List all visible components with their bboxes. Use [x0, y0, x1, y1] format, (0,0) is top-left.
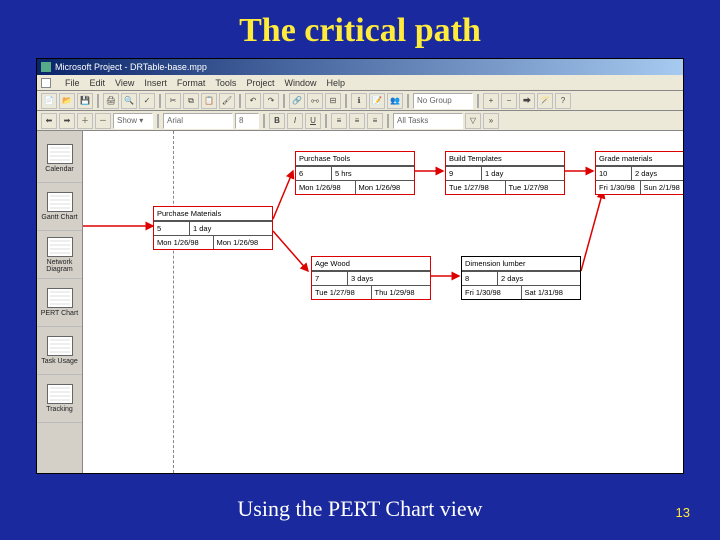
standard-toolbar: 📄 📂 💾 🖨 🔍 ✓ ✂ ⧉ 📋 🖌 ↶ ↷ 🔗 ⧟ ⊟ ℹ 📝 👥 No G… — [37, 91, 683, 111]
new-button[interactable]: 📄 — [41, 93, 57, 109]
system-menu-icon[interactable] — [41, 78, 51, 88]
network-icon — [47, 237, 73, 257]
indent-button[interactable]: ➡ — [59, 113, 75, 129]
gantt-icon — [47, 192, 73, 212]
titlebar: Microsoft Project - DRTable-base.mpp — [37, 59, 683, 75]
app-icon — [41, 62, 51, 72]
autofilter-button[interactable]: ▽ — [465, 113, 481, 129]
note-button[interactable]: 📝 — [369, 93, 385, 109]
filter-field[interactable]: All Tasks — [393, 113, 463, 129]
align-left-button[interactable]: ≡ — [331, 113, 347, 129]
task-age-wood[interactable]: Age Wood 73 days Tue 1/27/98Thu 1/29/98 — [311, 256, 431, 300]
tracking-icon — [47, 384, 73, 404]
formatting-toolbar: ⬅ ➡ ＋ － Show ▾ Arial 8 B I U ≡ ≡ ≡ All T… — [37, 111, 683, 131]
slide-number: 13 — [676, 505, 690, 520]
info-button[interactable]: ℹ — [351, 93, 367, 109]
view-gantt[interactable]: Gantt Chart — [37, 183, 82, 231]
calendar-icon — [47, 144, 73, 164]
font-size-field[interactable]: 8 — [235, 113, 259, 129]
msproject-window: Microsoft Project - DRTable-base.mpp Fil… — [36, 58, 684, 474]
format-painter-button[interactable]: 🖌 — [219, 93, 235, 109]
menu-view[interactable]: View — [115, 78, 134, 88]
copy-button[interactable]: ⧉ — [183, 93, 199, 109]
cut-button[interactable]: ✂ — [165, 93, 181, 109]
assign-button[interactable]: 👥 — [387, 93, 403, 109]
link-button[interactable]: 🔗 — [289, 93, 305, 109]
timeline-divider — [173, 131, 174, 473]
align-center-button[interactable]: ≡ — [349, 113, 365, 129]
italic-button[interactable]: I — [287, 113, 303, 129]
unlink-button[interactable]: ⧟ — [307, 93, 323, 109]
minus-button[interactable]: － — [95, 113, 111, 129]
paste-button[interactable]: 📋 — [201, 93, 217, 109]
menu-format[interactable]: Format — [177, 78, 206, 88]
save-button[interactable]: 💾 — [77, 93, 93, 109]
view-pert[interactable]: PERT Chart — [37, 279, 82, 327]
view-task-usage[interactable]: Task Usage — [37, 327, 82, 375]
window-title: Microsoft Project - DRTable-base.mpp — [55, 62, 207, 72]
task-dimension-lumber[interactable]: Dimension lumber 82 days Fri 1/30/98Sat … — [461, 256, 581, 300]
menu-file[interactable]: File — [65, 78, 80, 88]
pert-icon — [47, 288, 73, 308]
bold-button[interactable]: B — [269, 113, 285, 129]
menubar[interactable]: File Edit View Insert Format Tools Proje… — [37, 75, 683, 91]
menu-window[interactable]: Window — [284, 78, 316, 88]
more-button[interactable]: » — [483, 113, 499, 129]
preview-button[interactable]: 🔍 — [121, 93, 137, 109]
open-button[interactable]: 📂 — [59, 93, 75, 109]
print-button[interactable]: 🖨 — [103, 93, 119, 109]
spell-button[interactable]: ✓ — [139, 93, 155, 109]
view-tracking[interactable]: Tracking — [37, 375, 82, 423]
view-calendar[interactable]: Calendar — [37, 135, 82, 183]
pert-canvas[interactable]: Purchase Materials 51 day Mon 1/26/98Mon… — [83, 131, 683, 473]
group-field[interactable]: No Group — [413, 93, 473, 109]
align-right-button[interactable]: ≡ — [367, 113, 383, 129]
menu-insert[interactable]: Insert — [144, 78, 167, 88]
goto-button[interactable]: ⮕ — [519, 93, 535, 109]
task-purchase-tools[interactable]: Purchase Tools 65 hrs Mon 1/26/98Mon 1/2… — [295, 151, 415, 195]
zoom-out-button[interactable]: − — [501, 93, 517, 109]
split-button[interactable]: ⊟ — [325, 93, 341, 109]
task-purchase-materials[interactable]: Purchase Materials 51 day Mon 1/26/98Mon… — [153, 206, 273, 250]
task-grade-materials[interactable]: Grade materials 102 days Fri 1/30/98Sun … — [595, 151, 683, 195]
menu-help[interactable]: Help — [326, 78, 345, 88]
menu-edit[interactable]: Edit — [90, 78, 106, 88]
view-bar: Calendar Gantt Chart Network Diagram PER… — [37, 131, 83, 473]
plus-button[interactable]: ＋ — [77, 113, 93, 129]
wizard-button[interactable]: 🪄 — [537, 93, 553, 109]
font-name-field[interactable]: Arial — [163, 113, 233, 129]
help-button[interactable]: ? — [555, 93, 571, 109]
menu-tools[interactable]: Tools — [215, 78, 236, 88]
menu-project[interactable]: Project — [246, 78, 274, 88]
redo-button[interactable]: ↷ — [263, 93, 279, 109]
task-build-templates[interactable]: Build Templates 91 day Tue 1/27/98Tue 1/… — [445, 151, 565, 195]
zoom-in-button[interactable]: + — [483, 93, 499, 109]
task-usage-icon — [47, 336, 73, 356]
slide-title: The critical path — [0, 0, 720, 58]
undo-button[interactable]: ↶ — [245, 93, 261, 109]
show-dropdown[interactable]: Show ▾ — [113, 113, 153, 129]
view-network[interactable]: Network Diagram — [37, 231, 82, 279]
underline-button[interactable]: U — [305, 113, 321, 129]
slide-caption: Using the PERT Chart view — [0, 496, 720, 522]
outdent-button[interactable]: ⬅ — [41, 113, 57, 129]
